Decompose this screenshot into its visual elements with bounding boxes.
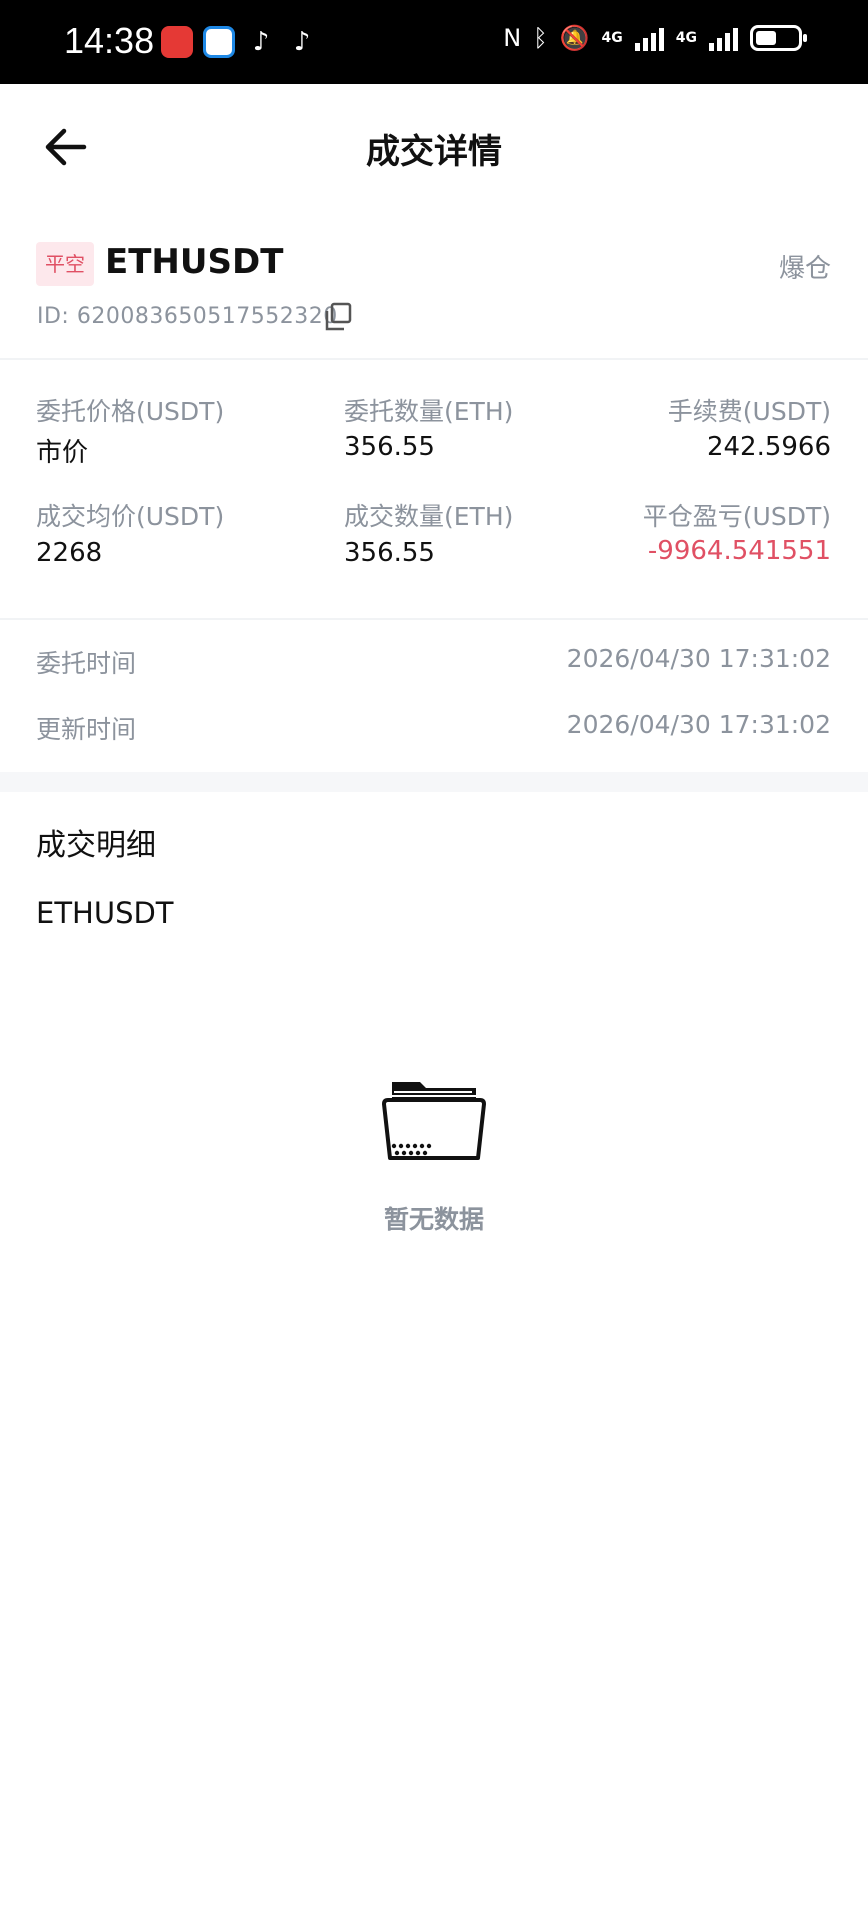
bluetooth-icon: ᛒ	[533, 24, 548, 52]
details-title: 成交明细	[36, 828, 156, 863]
tiktok-icon: ♪	[252, 27, 270, 57]
signal-icon	[709, 25, 738, 51]
empty-state-text: 暂无数据	[383, 1205, 484, 1234]
nfc-icon: N	[503, 24, 522, 52]
filled-qty-value: 356.55	[344, 538, 435, 568]
entrust-qty-label: 委托数量(ETH)	[344, 397, 514, 426]
side-tag: 平空	[36, 242, 94, 286]
network-type-2: 4G	[675, 30, 697, 46]
entrust-price-value: 市价	[36, 438, 89, 468]
tiktok-icon: ♪	[293, 27, 311, 57]
entrust-time-value: 2026/04/30 17:31:02	[566, 644, 831, 673]
fee-label: 手续费(USDT)	[667, 397, 831, 426]
section-separator	[0, 772, 868, 792]
update-time-value: 2026/04/30 17:31:02	[566, 710, 831, 739]
filled-qty-label: 成交数量(ETH)	[344, 502, 514, 531]
pnl-label: 平仓盈亏(USDT)	[642, 502, 831, 531]
status-bar: 14:38 ♪ ♪ N ᛒ 🔕 4G 4G	[0, 0, 868, 84]
divider	[0, 358, 868, 360]
symbol-name: ETHUSDT	[105, 242, 284, 282]
divider	[0, 618, 868, 620]
status-time: 14:38	[64, 20, 155, 61]
app-notification-icon	[161, 26, 193, 58]
signal-icon	[634, 25, 664, 51]
entrust-price-label: 委托价格(USDT)	[36, 397, 225, 426]
fee-value: 242.5966	[706, 432, 831, 462]
entrust-time-label: 委托时间	[36, 649, 137, 678]
order-id: ID: 6200836505175523​20	[37, 304, 338, 329]
chat-app-icon	[203, 26, 235, 58]
pnl-value: -9964.541551	[647, 536, 831, 566]
entrust-qty-value: 356.55	[344, 432, 435, 462]
battery-icon	[750, 25, 807, 51]
empty-folder-icon	[382, 1082, 486, 1160]
network-type-1: 4G	[601, 30, 623, 46]
status-icons: N ᛒ 🔕 4G 4G	[503, 24, 807, 52]
avg-price-label: 成交均价(USDT)	[36, 502, 225, 531]
page-title: 成交详情	[366, 132, 502, 172]
order-status: 爆仓	[778, 254, 831, 284]
mute-icon: 🔕	[559, 24, 590, 52]
copy-icon[interactable]	[323, 302, 353, 332]
avg-price-value: 2268	[36, 538, 103, 568]
update-time-label: 更新时间	[36, 715, 137, 744]
details-symbol: ETHUSDT	[36, 896, 174, 930]
